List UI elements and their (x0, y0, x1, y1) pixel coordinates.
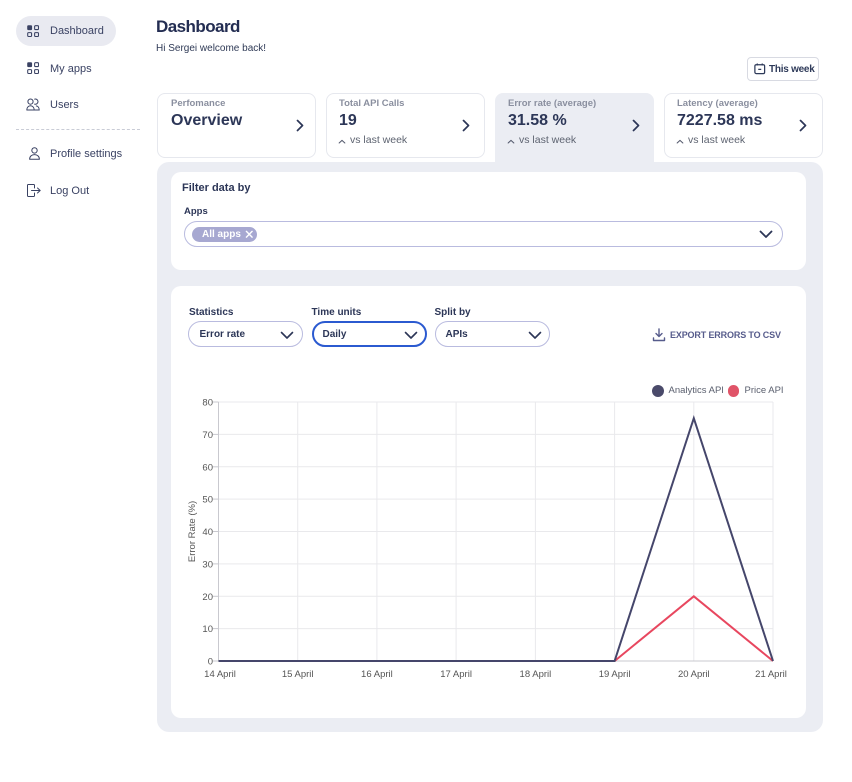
svg-text:20: 20 (202, 592, 213, 603)
svg-text:0: 0 (208, 657, 213, 668)
svg-text:30: 30 (202, 559, 213, 570)
svg-text:10: 10 (202, 624, 213, 635)
svg-text:15 April: 15 April (282, 669, 314, 680)
svg-text:20 April: 20 April (678, 669, 710, 680)
svg-text:40: 40 (202, 527, 213, 538)
svg-text:16 April: 16 April (361, 669, 393, 680)
svg-text:Error Rate (%): Error Rate (%) (187, 501, 198, 562)
svg-text:19 April: 19 April (599, 669, 631, 680)
svg-text:80: 80 (202, 398, 213, 409)
svg-text:70: 70 (202, 430, 213, 441)
svg-text:60: 60 (202, 462, 213, 473)
svg-text:21 April: 21 April (755, 669, 787, 680)
svg-text:50: 50 (202, 495, 213, 506)
svg-text:14 April: 14 April (204, 669, 236, 680)
svg-text:18 April: 18 April (520, 669, 552, 680)
svg-text:17 April: 17 April (440, 669, 472, 680)
